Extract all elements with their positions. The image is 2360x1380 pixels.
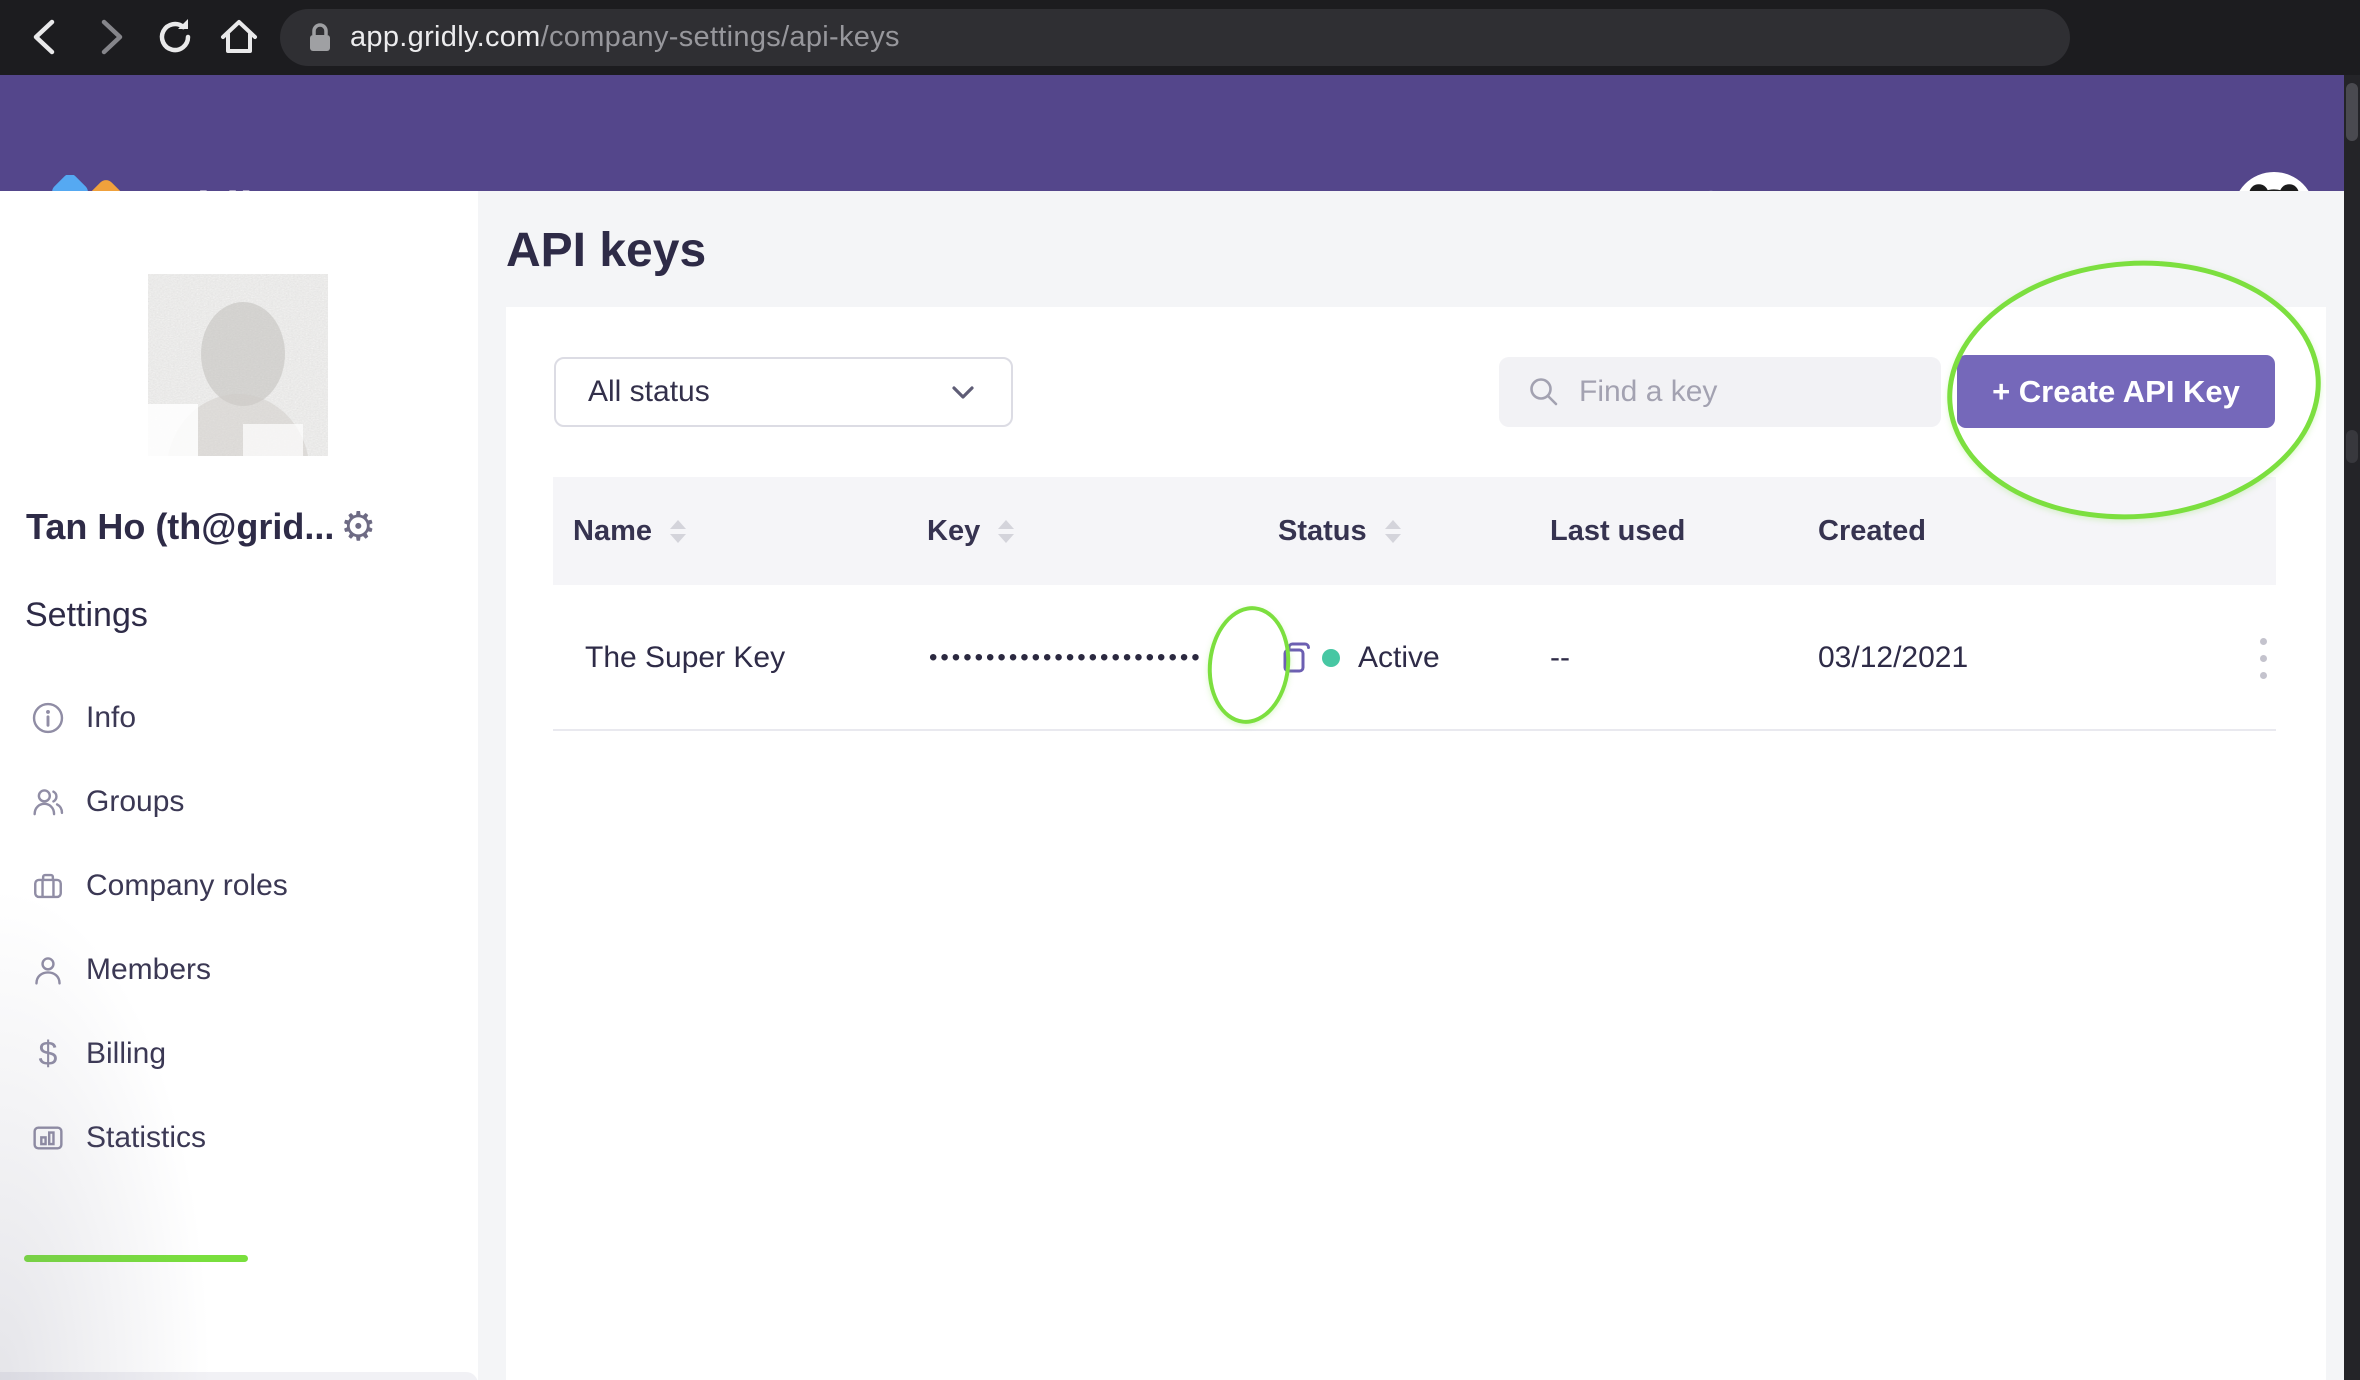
- sidebar-item-label: Members: [86, 953, 211, 987]
- search-field: [1499, 357, 1941, 427]
- cell-created: 03/12/2021: [1818, 585, 1968, 731]
- column-label: Name: [573, 515, 652, 548]
- groups-icon: [30, 784, 66, 820]
- browser-toolbar: app.gridly.com/company-settings/api-keys: [0, 0, 2360, 75]
- screen: app.gridly.com/company-settings/api-keys…: [0, 0, 2360, 1380]
- app-header: Gridly Home › Settings ? Feedback: [0, 75, 2360, 191]
- sidebar-section-title: Settings: [25, 596, 148, 635]
- status-active-dot: [1322, 649, 1340, 667]
- sort-icon: [1385, 520, 1401, 543]
- status-text: Active: [1358, 641, 1440, 675]
- cell-status: Active: [1322, 585, 1440, 731]
- reload-icon[interactable]: [152, 14, 198, 60]
- column-label: Key: [927, 515, 980, 548]
- column-label: Status: [1278, 515, 1367, 548]
- row-actions-kebab-icon[interactable]: [2239, 634, 2287, 682]
- api-keys-card: All status + Create API Key Name Key: [506, 307, 2326, 1380]
- person-icon: [30, 952, 66, 988]
- profile-photo: [148, 274, 328, 456]
- table-header: Name Key Status Last used Created: [553, 477, 2276, 585]
- back-icon[interactable]: [22, 14, 68, 60]
- column-header-status[interactable]: Status: [1278, 515, 1401, 548]
- page-title: API keys: [506, 223, 706, 278]
- statistics-icon: [30, 1120, 66, 1156]
- chevron-down-icon: [949, 381, 977, 405]
- active-item-green-underline-annotation: [24, 1255, 248, 1262]
- cell-last-used: --: [1550, 585, 1570, 731]
- search-input[interactable]: [1579, 375, 1909, 409]
- column-header-name[interactable]: Name: [573, 515, 686, 548]
- info-icon: [30, 700, 66, 736]
- sidebar-item-statistics[interactable]: Statistics: [0, 1096, 478, 1180]
- cell-key-mask: ••••••••••••••••••••••••: [929, 585, 1203, 731]
- column-header-last-used: Last used: [1550, 515, 1685, 548]
- sidebar-item-label: Company roles: [86, 869, 288, 903]
- dollar-icon: $: [30, 1036, 66, 1072]
- column-label: Last used: [1550, 515, 1685, 548]
- sidebar-item-label: Info: [86, 701, 136, 735]
- home-icon[interactable]: [216, 14, 262, 60]
- status-filter-value: All status: [588, 375, 710, 409]
- copy-icon: [1277, 639, 1315, 677]
- column-header-key[interactable]: Key: [927, 515, 1014, 548]
- forward-icon[interactable]: [88, 14, 134, 60]
- sidebar: Tan Ho (th@grid... ⚙ Settings Info Group…: [0, 191, 478, 1380]
- sidebar-item-api-keys[interactable]: </> API keys: [0, 1372, 478, 1380]
- sidebar-item-groups[interactable]: Groups: [0, 760, 478, 844]
- url-path: /company-settings/api-keys: [541, 21, 900, 53]
- url-host: app.gridly.com: [350, 21, 541, 53]
- column-label: Created: [1818, 515, 1926, 548]
- briefcase-icon: [30, 868, 66, 904]
- create-api-key-button[interactable]: + Create API Key: [1957, 355, 2275, 428]
- table-row: The Super Key •••••••••••••••••••••••• A…: [553, 585, 2276, 731]
- copy-key-button[interactable]: [1277, 639, 1315, 677]
- scrollbar-marker: [2346, 430, 2358, 463]
- sort-icon: [670, 520, 686, 543]
- lock-icon: [306, 21, 334, 55]
- sidebar-item-members[interactable]: Members: [0, 928, 478, 1012]
- sidebar-item-info[interactable]: Info: [0, 676, 478, 760]
- scrollbar-thumb[interactable]: [2346, 83, 2358, 141]
- sidebar-item-label: Groups: [86, 785, 184, 819]
- cell-key-name: The Super Key: [585, 585, 785, 731]
- page-scrollbar[interactable]: [2344, 75, 2360, 1380]
- column-header-created: Created: [1818, 515, 1926, 548]
- user-name: Tan Ho (th@grid...: [26, 506, 334, 548]
- sidebar-item-company-roles[interactable]: Company roles: [0, 844, 478, 928]
- status-filter-dropdown[interactable]: All status: [554, 357, 1013, 427]
- sidebar-item-label: Billing: [86, 1037, 166, 1071]
- search-icon: [1527, 375, 1561, 409]
- sidebar-item-label: Statistics: [86, 1121, 206, 1155]
- user-settings-gear-icon[interactable]: ⚙: [340, 504, 376, 550]
- sort-icon: [998, 520, 1014, 543]
- url-text: app.gridly.com/company-settings/api-keys: [350, 21, 900, 54]
- url-bar[interactable]: app.gridly.com/company-settings/api-keys: [280, 9, 2070, 66]
- sidebar-item-billing[interactable]: $ Billing: [0, 1012, 478, 1096]
